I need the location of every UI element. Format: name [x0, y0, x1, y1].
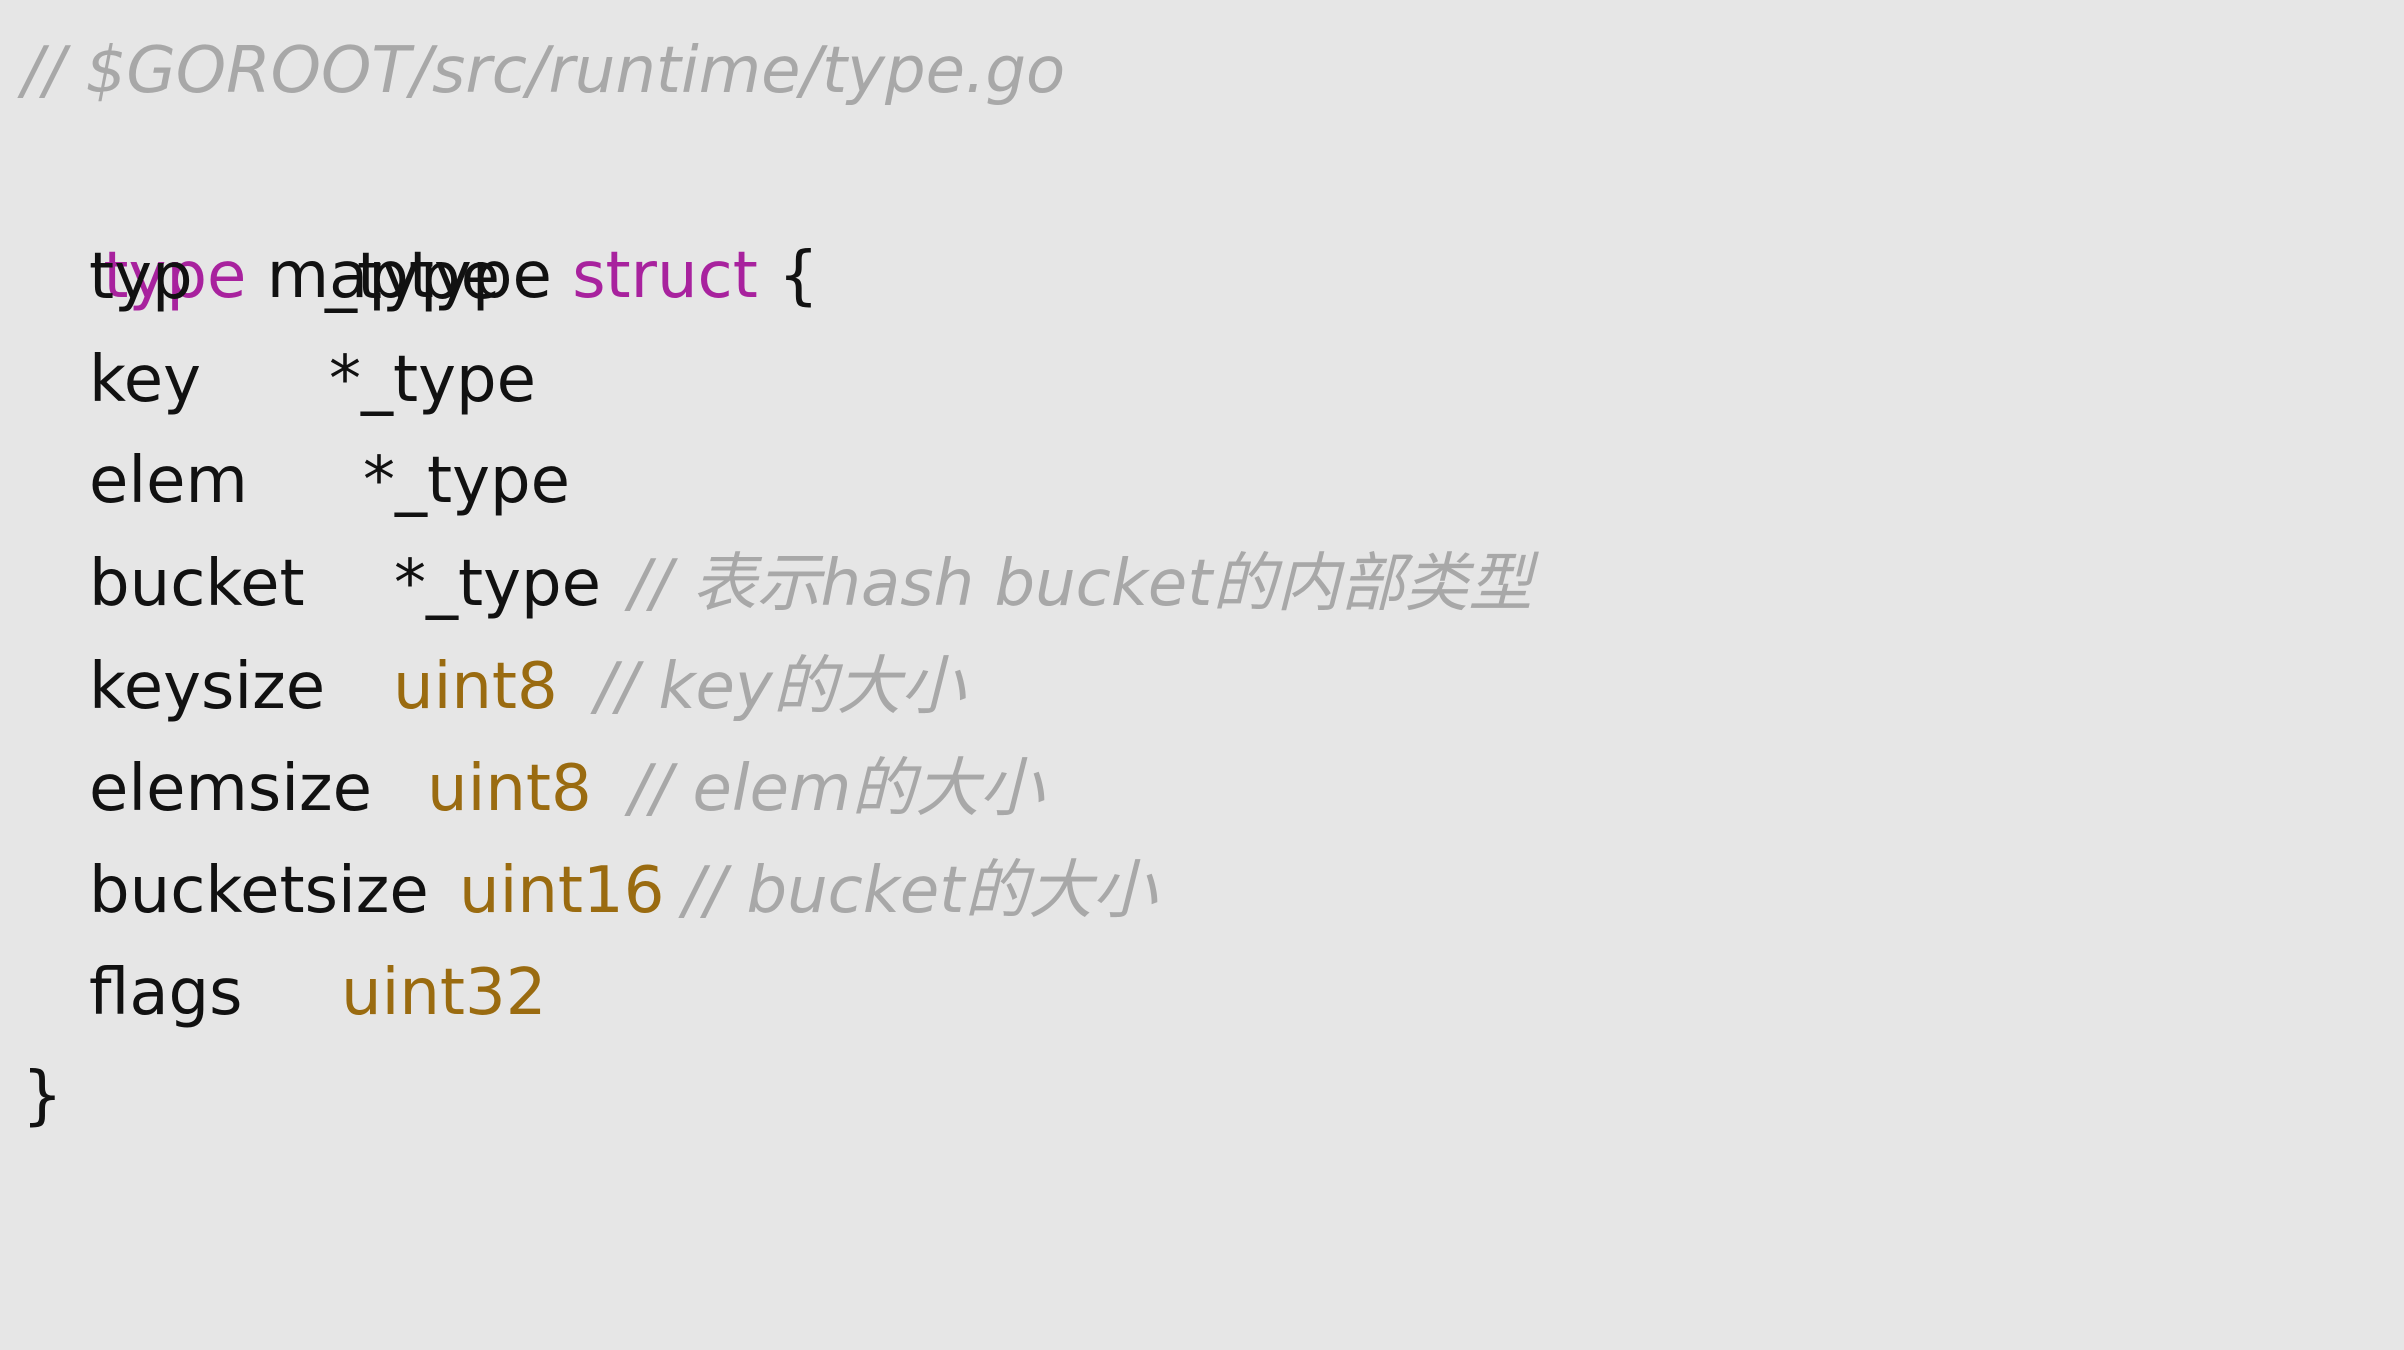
field-line-bucketsize: bucketsize uint16 // bucket的大小 [89, 840, 1889, 942]
field-line-key: key *_type [89, 329, 1889, 431]
field-line-elemsize: elemsize uint8 // elem的大小 [89, 738, 1889, 840]
field-type: *_type [329, 343, 536, 417]
field-name: elemsize [89, 752, 372, 826]
field-type: _type [325, 240, 500, 314]
field-comment: // bucket的大小 [683, 854, 1157, 928]
field-name: key [89, 343, 202, 417]
field-line-elem: elem *_type [89, 430, 1889, 532]
field-type: uint8 [427, 752, 592, 826]
field-type: uint8 [393, 650, 558, 724]
struct-declaration: type maptype struct { [22, 123, 818, 313]
field-type: uint16 [459, 854, 665, 928]
field-line-typ: typ _type [89, 226, 1889, 328]
field-name: typ [89, 240, 193, 314]
field-type: uint32 [341, 956, 547, 1030]
field-name: flags [89, 956, 243, 1030]
close-brace: } [22, 1059, 63, 1133]
field-line-keysize: keysize uint8 // key的大小 [89, 636, 1889, 738]
field-name: keysize [89, 650, 326, 724]
code-snippet: // $GOROOT/src/runtime/type.go type mapt… [0, 0, 2404, 1162]
field-comment: // 表示hash bucket的内部类型 [629, 547, 1533, 621]
field-name: bucketsize [89, 854, 429, 928]
field-type: *_type [394, 547, 601, 621]
field-name: elem [89, 444, 248, 518]
field-line-bucket: bucket *_type // 表示hash bucket的内部类型 [89, 533, 1889, 635]
field-line-flags: flags uint32 [89, 942, 1889, 1044]
field-type: *_type [363, 444, 570, 518]
header-comment: // $GOROOT/src/runtime/type.go [22, 34, 1066, 108]
field-name: bucket [89, 547, 305, 621]
field-comment: // key的大小 [595, 650, 965, 724]
field-comment: // elem的大小 [629, 752, 1044, 826]
